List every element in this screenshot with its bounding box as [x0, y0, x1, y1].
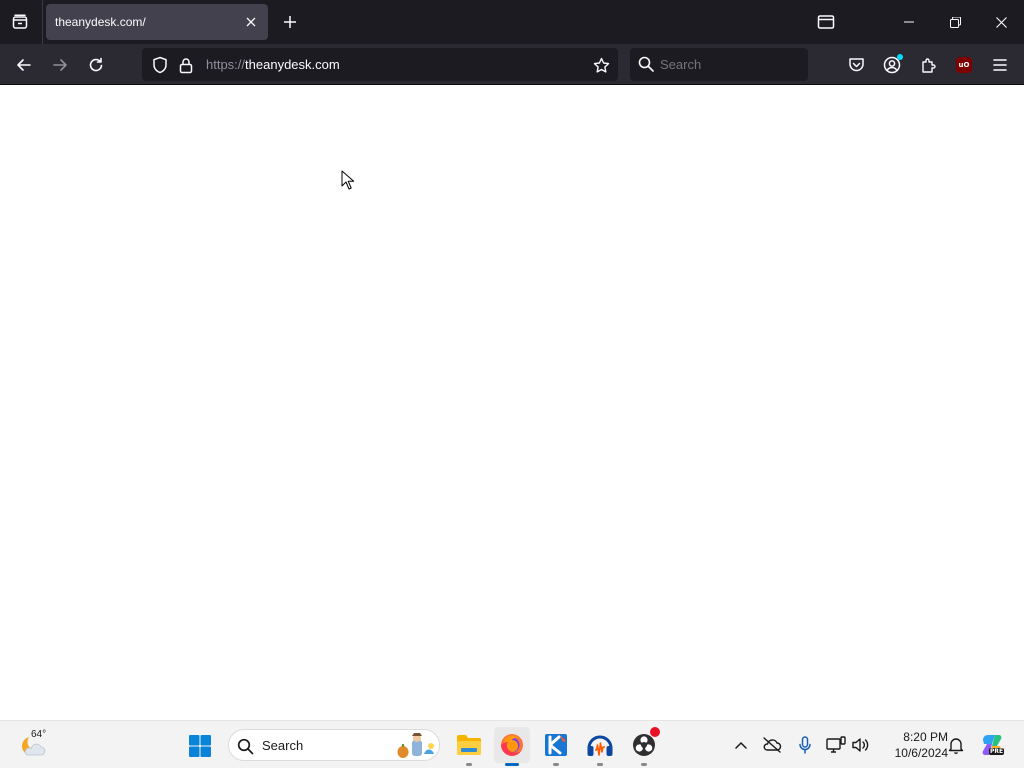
ublock-badge: uO [956, 57, 972, 73]
active-indicator [505, 763, 519, 766]
close-tab-icon[interactable] [241, 12, 261, 32]
url-scheme: https:// [206, 57, 246, 72]
lock-icon[interactable] [176, 55, 196, 75]
search-highlight-illustration [397, 733, 434, 758]
copilot-icon[interactable]: PRE [978, 731, 1006, 759]
obs-studio-icon[interactable] [626, 727, 662, 766]
reload-icon[interactable] [82, 51, 110, 79]
running-indicator [597, 763, 603, 766]
running-indicator [466, 763, 472, 766]
ublock-origin-icon[interactable]: uO [951, 52, 977, 78]
search-icon [235, 736, 255, 756]
forward-arrow-icon[interactable] [46, 51, 74, 79]
file-explorer-icon[interactable] [451, 727, 487, 766]
preview-badge: PRE [989, 748, 1005, 755]
url-text[interactable]: https://theanydesk.com [206, 57, 340, 72]
tab-title: theanydesk.com/ [55, 15, 146, 29]
system-clock[interactable]: 8:20 PM 10/6/2024 [878, 729, 948, 761]
notification-bell-icon[interactable] [946, 735, 966, 755]
taskbar-search-box[interactable]: Search [228, 729, 440, 761]
firefox-view-icon[interactable] [803, 0, 849, 44]
extensions-puzzle-icon[interactable] [915, 52, 941, 78]
tab-list-icon[interactable] [4, 6, 36, 38]
back-arrow-icon[interactable] [10, 51, 38, 79]
search-icon [636, 54, 656, 74]
taskbar-search-label: Search [262, 738, 304, 753]
firefox-icon[interactable] [494, 727, 530, 766]
page-content[interactable] [0, 85, 1024, 720]
clock-date: 10/6/2024 [894, 746, 948, 760]
bookmark-star-icon[interactable] [590, 54, 612, 76]
audacity-icon[interactable] [582, 727, 618, 766]
onedrive-cloud-off-icon[interactable] [762, 735, 782, 755]
search-bar[interactable] [630, 48, 808, 81]
browser-titlebar: theanydesk.com/ [0, 0, 1024, 44]
microphone-icon[interactable] [795, 735, 815, 755]
volume-icon[interactable] [851, 735, 871, 755]
url-bar[interactable]: https://theanydesk.com [142, 48, 618, 81]
notification-badge [650, 727, 660, 737]
browser-tab-active[interactable]: theanydesk.com/ [46, 4, 268, 40]
url-host: theanydesk.com [245, 57, 340, 72]
close-window-icon[interactable] [978, 0, 1024, 44]
minimize-icon[interactable] [886, 0, 932, 44]
network-display-icon[interactable] [826, 735, 846, 755]
screen: theanydesk.com/ https://theanydesk.com S… [0, 0, 1024, 768]
clock-time: 8:20 PM [903, 730, 948, 744]
running-indicator [553, 763, 559, 766]
chevron-up-icon[interactable] [731, 735, 751, 755]
restore-icon[interactable] [932, 0, 978, 44]
mouse-cursor-icon [341, 170, 355, 190]
windows-start-icon[interactable] [186, 732, 214, 760]
tab-divider [42, 0, 43, 44]
weather-widget[interactable]: 64° [18, 729, 50, 761]
hamburger-menu-icon[interactable] [987, 52, 1013, 78]
pocket-icon[interactable] [843, 52, 869, 78]
windows-taskbar: 64° Search 8:20 PM 10/6/2024 PRE [0, 720, 1024, 768]
running-indicator [641, 763, 647, 766]
tracking-shield-icon[interactable] [150, 55, 170, 75]
weather-temp: 64° [31, 729, 47, 740]
account-notification-dot [897, 54, 903, 60]
account-icon[interactable] [879, 52, 905, 78]
k-app-icon[interactable] [538, 727, 574, 766]
search-input[interactable] [660, 57, 800, 72]
new-tab-icon[interactable] [278, 10, 302, 34]
